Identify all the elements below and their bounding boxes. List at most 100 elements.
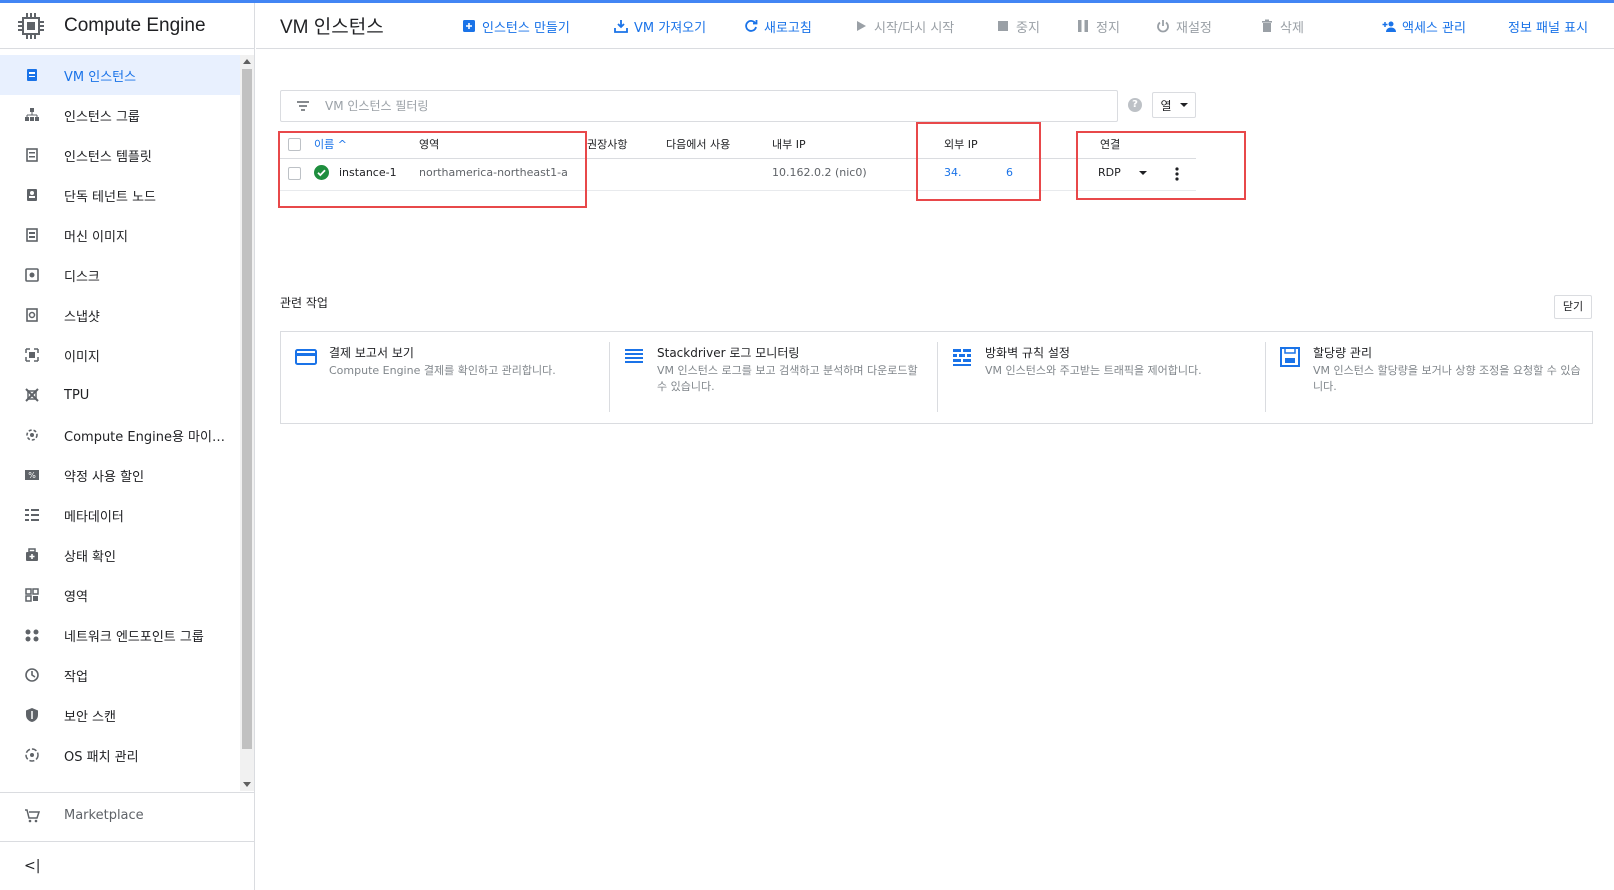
- scrollbar-thumb[interactable]: [242, 69, 252, 749]
- related-card-title: 방화벽 규칙 설정: [985, 346, 1070, 360]
- filter-icon: [297, 101, 309, 111]
- highlight-box-external-ip: [916, 122, 1041, 201]
- sidebar-item-sole-tenant[interactable]: 단독 테넌트 노드: [0, 175, 240, 215]
- import-vm-label: VM 가져오기: [634, 20, 707, 36]
- refresh-icon: [745, 20, 758, 32]
- start-button[interactable]: 시작/다시 시작: [854, 3, 954, 49]
- sidebar-scrollbar[interactable]: [240, 55, 254, 791]
- related-card-logs[interactable]: Stackdriver 로그 모니터링 VM 인스턴스 로그를 보고 검색하고 …: [609, 332, 937, 423]
- related-actions-panel: 결제 보고서 보기 Compute Engine 결제를 확인하고 관리합니다.…: [280, 331, 1593, 424]
- sidebar-item-metadata[interactable]: 메타데이터: [0, 495, 240, 535]
- page-title: VM 인스턴스: [280, 17, 384, 38]
- quota-icon: [1280, 347, 1300, 367]
- play-icon: [857, 21, 866, 31]
- vm-instances-icon: [24, 67, 40, 83]
- scroll-up-arrow-icon[interactable]: [243, 59, 251, 64]
- suspend-button[interactable]: 정지: [1076, 3, 1120, 49]
- sidebar-item-instance-templates[interactable]: 인스턴스 템플릿: [0, 135, 240, 175]
- column-header-internal-ip[interactable]: 내부 IP: [772, 136, 806, 152]
- related-card-quotas[interactable]: 할당량 관리 VM 인스턴스 할당량을 보거나 상향 조정을 요청할 수 있습니…: [1265, 332, 1593, 423]
- sidebar-item-label: 약정 사용 할인: [64, 469, 145, 485]
- sidebar-item-tpu[interactable]: TPU: [0, 375, 240, 415]
- svg-text:%: %: [28, 471, 36, 480]
- marketplace-label: Marketplace: [64, 808, 144, 823]
- migrate-icon: [24, 427, 40, 443]
- operations-icon: [24, 667, 40, 683]
- suspend-label: 정지: [1096, 20, 1120, 36]
- sidebar-item-label: 스냅샷: [64, 309, 100, 325]
- related-card-billing[interactable]: 결제 보고서 보기 Compute Engine 결제를 확인하고 관리합니다.: [281, 332, 609, 423]
- manage-access-button[interactable]: 액세스 관리: [1382, 3, 1466, 49]
- sidebar-item-marketplace[interactable]: Marketplace: [0, 792, 254, 838]
- reset-button[interactable]: 재설정: [1156, 3, 1212, 49]
- sidebar-item-network-endpoint-groups[interactable]: 네트워크 엔드포인트 그룹: [0, 615, 240, 655]
- refresh-label: 새로고침: [764, 20, 812, 36]
- os-patch-icon: [24, 747, 40, 763]
- filter-input[interactable]: [325, 99, 1025, 113]
- sole-tenant-icon: [24, 187, 40, 203]
- create-instance-button[interactable]: 인스턴스 만들기: [462, 3, 570, 49]
- sidebar-item-label: 보안 스캔: [64, 709, 116, 725]
- sidebar-item-committed-use[interactable]: % 약정 사용 할인: [0, 455, 240, 495]
- columns-dropdown[interactable]: 열: [1152, 92, 1196, 118]
- sidebar-item-disks[interactable]: 디스크: [0, 255, 240, 295]
- add-box-icon: [463, 20, 475, 32]
- help-icon[interactable]: ?: [1128, 98, 1142, 112]
- sidebar-item-os-patch[interactable]: OS 패치 관리: [0, 735, 240, 775]
- delete-button[interactable]: 삭제: [1260, 3, 1304, 49]
- stop-icon: [998, 21, 1008, 31]
- delete-label: 삭제: [1280, 20, 1304, 36]
- sidebar-item-zones[interactable]: 영역: [0, 575, 240, 615]
- sidebar-item-security-scan[interactable]: 보안 스캔: [0, 695, 240, 735]
- sidebar-item-label: 디스크: [64, 269, 100, 285]
- internal-ip-cell: 10.162.0.2 (nic0): [772, 166, 867, 179]
- sidebar-item-migrate[interactable]: Compute Engine용 마이…: [0, 415, 240, 455]
- related-actions-title: 관련 작업: [280, 296, 328, 310]
- create-instance-label: 인스턴스 만들기: [482, 20, 570, 36]
- column-header-in-use-by[interactable]: 다음에서 사용: [666, 136, 730, 152]
- highlight-box-connect: [1076, 131, 1246, 200]
- import-vm-button[interactable]: VM 가져오기: [614, 3, 706, 49]
- sidebar-item-label: 영역: [64, 589, 88, 605]
- scroll-down-arrow-icon[interactable]: [243, 782, 251, 787]
- sidebar-item-snapshots[interactable]: 스냅샷: [0, 295, 240, 335]
- sidebar-item-machine-images[interactable]: 머신 이미지: [0, 215, 240, 255]
- image-icon: [24, 347, 40, 363]
- sidebar-item-instance-groups[interactable]: 인스턴스 그룹: [0, 95, 240, 135]
- header: VM 인스턴스 인스턴스 만들기 VM 가져오기 새로고침 시작/다시 시작 중…: [256, 3, 1614, 49]
- power-icon: [1157, 20, 1169, 33]
- collapse-sidebar-button[interactable]: <|: [0, 841, 254, 890]
- snapshot-icon: [24, 307, 40, 323]
- cart-icon: [25, 808, 40, 822]
- tpu-icon: [24, 387, 40, 403]
- stop-button[interactable]: 중지: [996, 3, 1040, 49]
- close-button[interactable]: 닫기: [1554, 295, 1592, 319]
- columns-label: 열: [1160, 98, 1172, 113]
- sidebar-item-vm-instances[interactable]: VM 인스턴스: [0, 55, 240, 95]
- collapse-icon: <|: [24, 858, 41, 874]
- sidebar-item-label: 작업: [64, 669, 88, 685]
- person-add-icon: [1382, 21, 1396, 32]
- column-header-recommendation[interactable]: 권장사항: [587, 136, 627, 152]
- show-info-panel-button[interactable]: 정보 패널 표시: [1508, 3, 1588, 49]
- instance-templates-icon: [24, 147, 40, 163]
- related-card-desc: VM 인스턴스 로그를 보고 검색하고 분석하며 다운로드할 수 있습니다.: [657, 364, 918, 393]
- refresh-button[interactable]: 새로고침: [744, 3, 812, 49]
- filter-bar[interactable]: [280, 90, 1118, 122]
- related-card-firewall[interactable]: 방화벽 규칙 설정 VM 인스턴스와 주고받는 트래픽을 제어합니다.: [937, 332, 1265, 423]
- sidebar-item-images[interactable]: 이미지: [0, 335, 240, 375]
- brand[interactable]: Compute Engine: [0, 3, 254, 49]
- related-card-desc: VM 인스턴스 할당량을 보거나 상향 조정을 요청할 수 있습니다.: [1313, 364, 1581, 393]
- network-endpoint-icon: [24, 627, 40, 643]
- sidebar-item-health-checks[interactable]: 상태 확인: [0, 535, 240, 575]
- sidebar-item-label: Compute Engine용 마이…: [64, 429, 225, 445]
- related-card-desc: VM 인스턴스와 주고받는 트래픽을 제어합니다.: [985, 364, 1202, 377]
- disk-icon: [24, 267, 40, 283]
- zones-icon: [24, 587, 40, 603]
- start-label: 시작/다시 시작: [874, 20, 955, 36]
- sidebar-item-label: VM 인스턴스: [64, 69, 137, 85]
- related-card-title: 할당량 관리: [1313, 346, 1373, 360]
- sidebar-item-operations[interactable]: 작업: [0, 655, 240, 695]
- reset-label: 재설정: [1176, 20, 1212, 36]
- sidebar-item-label: 인스턴스 그룹: [64, 109, 140, 125]
